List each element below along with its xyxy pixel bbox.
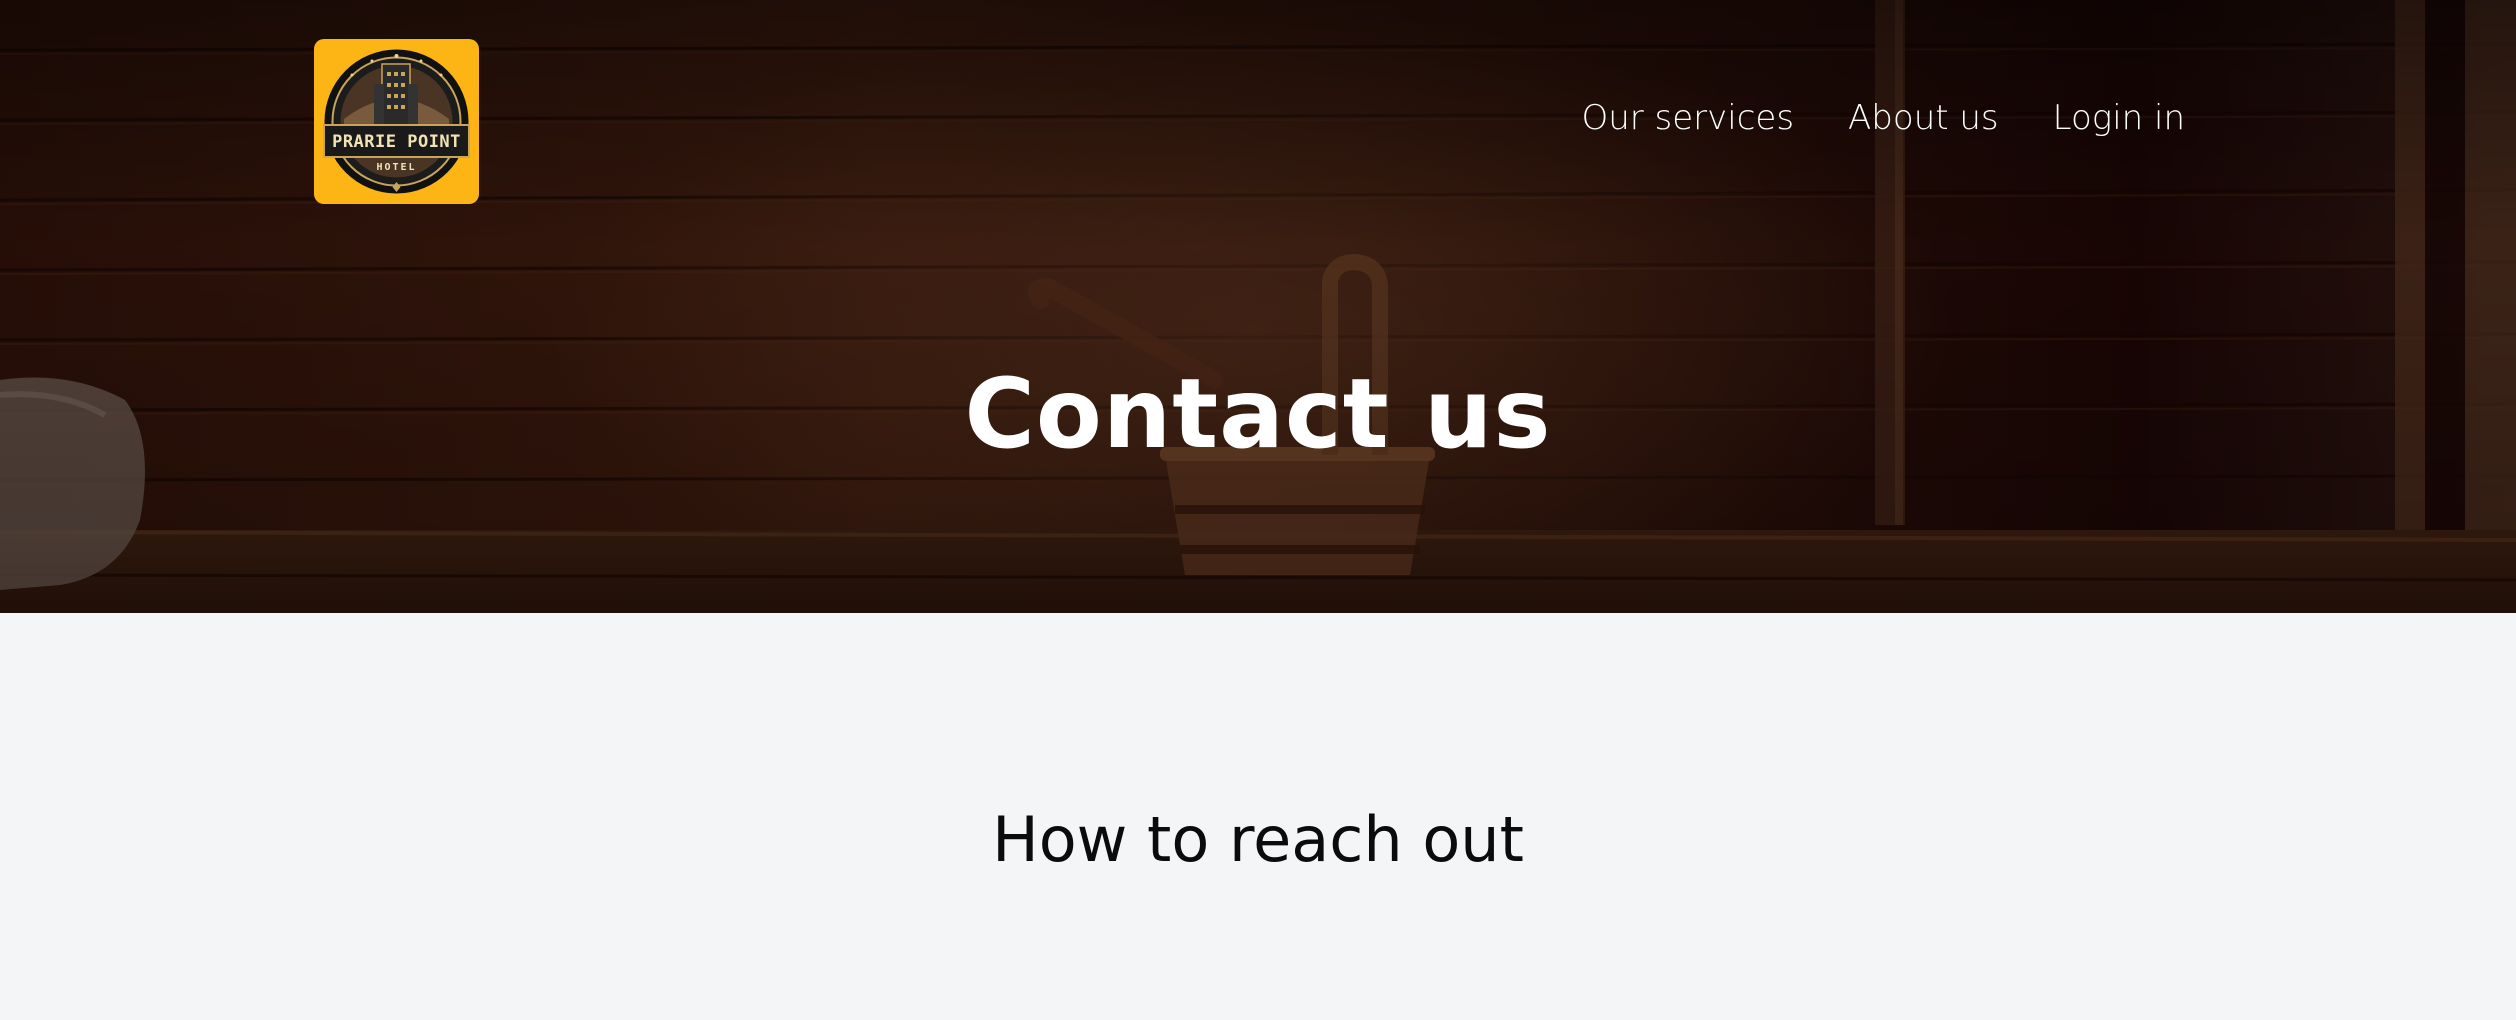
- contact-section: How to reach out: [0, 613, 2516, 1020]
- contact-page: PRARIE POINT HOTEL Our services About us…: [0, 0, 2516, 1020]
- hero-banner: PRARIE POINT HOTEL Our services About us…: [0, 0, 2516, 613]
- nav-link-login[interactable]: Login in: [2053, 98, 2185, 138]
- logo-brand-subtitle: HOTEL: [376, 162, 417, 173]
- hotel-logo[interactable]: PRARIE POINT HOTEL: [314, 39, 479, 204]
- nav-link-our-services[interactable]: Our services: [1581, 98, 1794, 138]
- logo-emblem-icon: [323, 49, 470, 194]
- page-title: Contact us: [964, 358, 1552, 470]
- section-heading: How to reach out: [992, 803, 1524, 876]
- main-navigation: Our services About us Login in: [1581, 98, 2185, 138]
- logo-brand-name: PRARIE POINT: [332, 132, 461, 152]
- nav-link-about-us[interactable]: About us: [1848, 98, 1999, 138]
